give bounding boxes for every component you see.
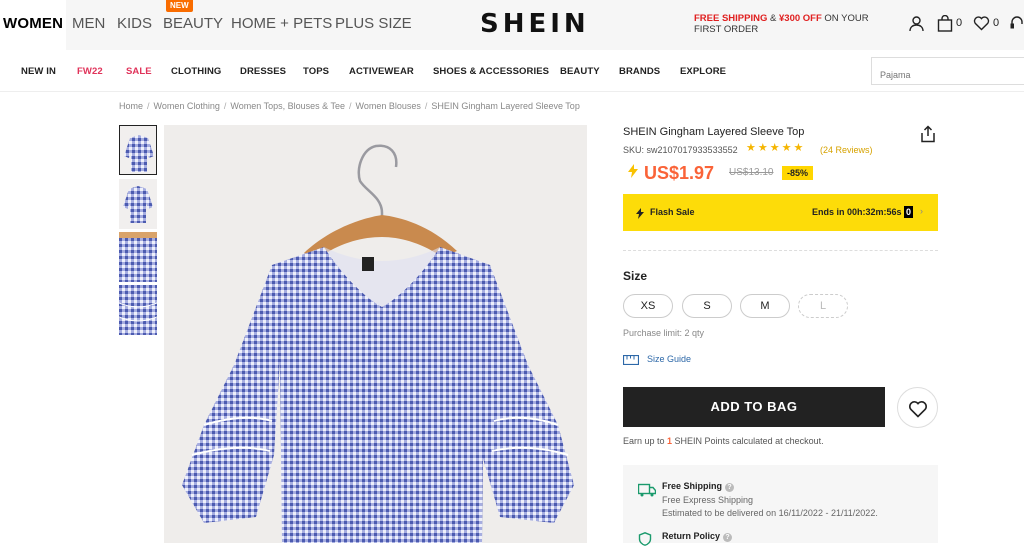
free-shipping-subtitle: Free Express Shipping xyxy=(662,495,754,505)
bag-count: 0 xyxy=(956,17,963,29)
cat-explore[interactable]: EXPLORE xyxy=(680,66,726,77)
top-nav-men[interactable]: MEN xyxy=(72,0,105,50)
ruler-icon xyxy=(622,352,640,370)
reviews-link[interactable]: (24 Reviews) xyxy=(820,145,873,155)
cat-beauty[interactable]: BEAUTY xyxy=(560,66,600,77)
return-policy-title[interactable]: Return Policy? xyxy=(662,531,733,542)
promo-banner[interactable]: FREE SHIPPING & ¥300 OFF ON YOUR FIRST O… xyxy=(694,13,894,35)
free-shipping-title[interactable]: Free Shipping? xyxy=(662,481,735,492)
delivery-estimate: Estimated to be delivered on 16/11/2022 … xyxy=(662,508,878,518)
shein-logo[interactable]: SHEIN xyxy=(480,9,590,39)
cat-dresses[interactable]: DRESSES xyxy=(240,66,286,77)
breadcrumb-blouses[interactable]: Women Blouses xyxy=(356,101,421,111)
points-info: Earn up to 1 SHEIN Points calculated at … xyxy=(623,436,824,446)
breadcrumb-current: SHEIN Gingham Layered Sleeve Top xyxy=(431,101,580,111)
breadcrumb-separator: / xyxy=(147,101,150,111)
size-option-xs[interactable]: XS xyxy=(623,294,673,318)
wishlist-button[interactable] xyxy=(897,387,938,428)
top-nav-home-pets[interactable]: HOME + PETS xyxy=(231,0,332,50)
product-title: SHEIN Gingham Layered Sleeve Top xyxy=(623,126,805,138)
chevron-right-icon: › xyxy=(920,206,923,216)
question-icon[interactable]: ? xyxy=(725,483,735,492)
rating-stars: ★★★★★ xyxy=(746,142,806,154)
promo-amp: & xyxy=(767,13,779,24)
cat-fw22[interactable]: FW22 xyxy=(77,66,103,77)
truck-icon xyxy=(637,483,657,502)
promo-discount: ¥300 OFF xyxy=(779,13,822,24)
countdown-seconds-box: 0 xyxy=(904,206,914,218)
breadcrumb-tops[interactable]: Women Tops, Blouses & Tee xyxy=(230,101,345,111)
shipping-info-box: Free Shipping? Free Express Shipping Est… xyxy=(623,465,938,546)
thumbnail-1[interactable] xyxy=(119,125,157,175)
main-product-image[interactable] xyxy=(164,125,587,543)
breadcrumb-women-clothing[interactable]: Women Clothing xyxy=(154,101,220,111)
current-price: US$1.97 xyxy=(644,163,715,183)
free-shipping-title-text: Free Shipping xyxy=(662,481,723,491)
size-option-l[interactable]: L xyxy=(798,294,848,318)
top-nav-kids[interactable]: KIDS xyxy=(117,0,152,50)
cat-new-in[interactable]: NEW IN xyxy=(21,66,56,77)
top-header: WOMEN MEN KIDS BEAUTY NEW HOME + PETS PL… xyxy=(0,0,1024,50)
original-price: US$13.10 xyxy=(729,167,774,178)
new-badge: NEW xyxy=(166,0,193,12)
category-nav: NEW IN FW22 SALE CLOTHING DRESSES TOPS A… xyxy=(0,50,1024,92)
search-input[interactable] xyxy=(871,57,1024,85)
flash-bolt-icon xyxy=(628,164,638,183)
thumbnail-4[interactable] xyxy=(119,285,157,335)
breadcrumb-separator: / xyxy=(223,101,227,111)
size-option-m[interactable]: M xyxy=(740,294,790,318)
cat-shoes-accessories[interactable]: SHOES & ACCESSORIES xyxy=(433,66,549,77)
flash-countdown: Ends in 00h:32m:56s xyxy=(812,207,902,217)
cat-brands[interactable]: BRANDS xyxy=(619,66,660,77)
breadcrumb-home[interactable]: Home xyxy=(119,101,143,111)
points-text-pre: Earn up to xyxy=(623,436,668,446)
size-label: Size xyxy=(623,269,648,283)
share-icon[interactable] xyxy=(920,125,936,148)
thumbnail-2[interactable] xyxy=(119,179,157,229)
flash-sale-label: Flash Sale xyxy=(650,207,695,217)
size-option-s[interactable]: S xyxy=(682,294,732,318)
purchase-limit: Purchase limit: 2 qty xyxy=(623,328,705,338)
return-policy-title-text: Return Policy xyxy=(662,531,721,541)
product-sku: SKU: sw2107017933533552 xyxy=(623,145,738,155)
user-icon[interactable] xyxy=(908,15,925,37)
thumbnail-3[interactable] xyxy=(119,232,157,282)
promo-free-shipping: FREE SHIPPING xyxy=(694,13,768,24)
bag-icon[interactable] xyxy=(937,14,953,37)
cat-clothing[interactable]: CLOTHING xyxy=(171,66,221,77)
points-text-post: SHEIN Points calculated at checkout. xyxy=(672,436,824,446)
breadcrumb-separator: / xyxy=(424,101,428,111)
flash-bolt-icon xyxy=(636,206,644,224)
size-guide-link[interactable]: Size Guide xyxy=(647,354,691,364)
top-nav-women[interactable]: WOMEN xyxy=(0,0,66,50)
shield-icon xyxy=(638,532,652,551)
divider xyxy=(623,250,938,251)
top-nav-plus-size[interactable]: PLUS SIZE xyxy=(335,0,412,50)
add-to-bag-button[interactable]: ADD TO BAG xyxy=(623,387,885,427)
cat-tops[interactable]: TOPS xyxy=(303,66,329,77)
discount-badge: -85% xyxy=(782,166,814,180)
headset-icon[interactable] xyxy=(1010,15,1024,36)
flash-sale-banner[interactable]: Flash Sale Ends in 00h:32m:56s 0 › xyxy=(623,194,938,231)
breadcrumb-separator: / xyxy=(349,101,352,111)
cat-sale[interactable]: SALE xyxy=(126,66,152,77)
breadcrumb: Home / Women Clothing / Women Tops, Blouses … xyxy=(119,101,580,111)
wishlist-count: 0 xyxy=(993,17,1000,29)
question-icon[interactable]: ? xyxy=(723,533,733,542)
heart-icon[interactable] xyxy=(973,15,990,36)
cat-activewear[interactable]: ACTIVEWEAR xyxy=(349,66,414,77)
